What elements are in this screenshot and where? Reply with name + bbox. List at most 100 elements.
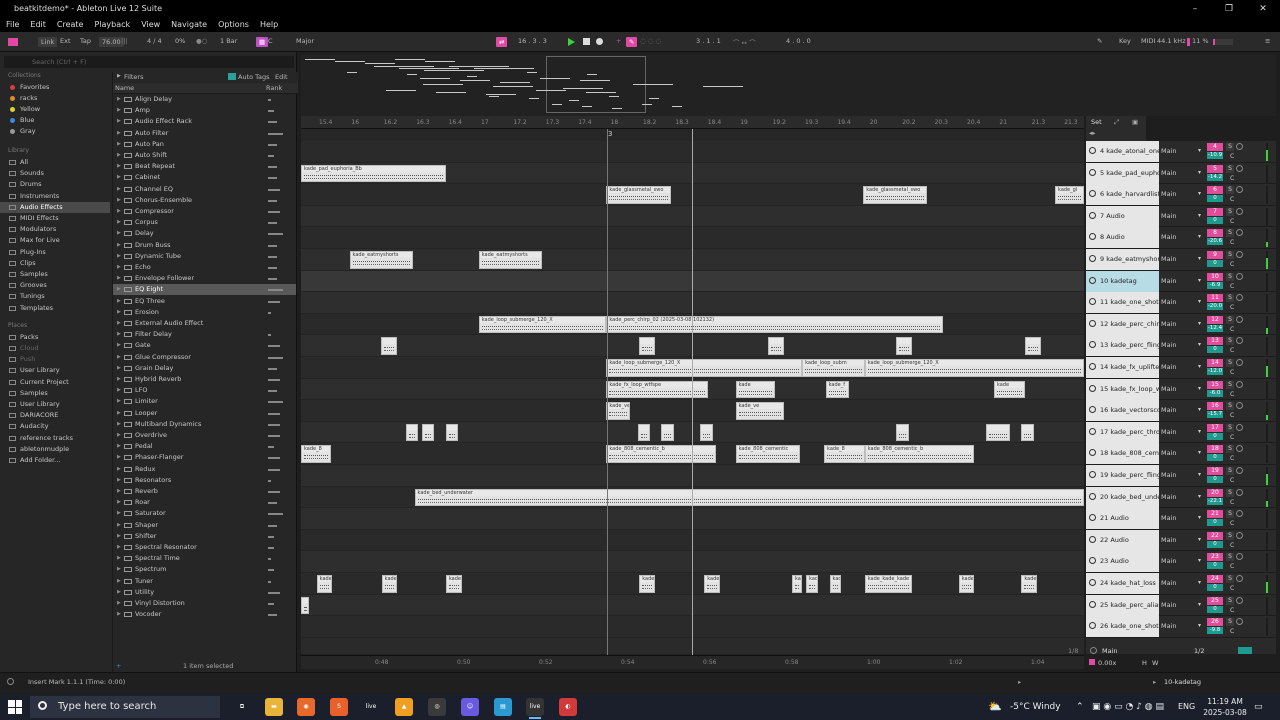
metronome-icon[interactable]: ||| [121,37,128,45]
audio-clip[interactable]: kade [993,380,1026,399]
menu-create[interactable]: Create [57,20,84,29]
effect-item-delay[interactable]: ▶ Delay [113,228,296,239]
track-output-select[interactable]: Main [1161,233,1207,241]
solo-button[interactable]: S [1226,359,1234,367]
effect-item-auto-pan[interactable]: ▶ Auto Pan [113,139,296,150]
track-power-icon[interactable] [1089,363,1096,370]
expand-arrow-icon[interactable]: ▶ [117,475,121,486]
crossfade-button[interactable]: C [1230,607,1238,615]
audio-clip[interactable]: kade_ve [735,402,785,420]
effect-item-dynamic-tube[interactable]: ▶ Dynamic Tube [113,251,296,262]
audio-clip[interactable]: kade_8 [824,445,865,463]
solo-button[interactable]: S [1226,315,1234,324]
library-item-tunings[interactable]: Tunings [0,291,110,302]
expand-arrow-icon[interactable]: ▶ [117,598,121,609]
filters-arrow-icon[interactable]: ▶ [117,73,121,79]
close-button[interactable]: ✕ [1246,0,1280,17]
track-power-icon[interactable] [1089,471,1096,478]
track-header[interactable]: 19 kade_perc_flingMain190SC [1086,465,1276,487]
effect-item-shifter[interactable]: ▶ Shifter [113,531,296,542]
expand-arrow-icon[interactable]: ▶ [117,385,121,396]
place-item-cloud[interactable]: Cloud [0,343,110,354]
track-name[interactable]: 18 kade_808_cema [1086,443,1159,465]
arm-icon[interactable] [1236,337,1243,345]
library-item-drums[interactable]: Drums [0,179,110,190]
audio-clip[interactable] [700,423,713,442]
track-output-select[interactable]: Main [1161,341,1207,349]
menu-navigate[interactable]: Navigate [171,20,207,29]
expand-arrow-icon[interactable]: ▶ [117,441,121,452]
loop-start-field[interactable]: 3 . 1 . 1 [696,37,721,45]
effect-item-eq-three[interactable]: ▶ EQ Three [113,296,296,307]
library-item-instruments[interactable]: Instruments [0,191,110,202]
song-position-field[interactable]: 16 . 3 . 3 [518,37,547,45]
track-volume[interactable]: -22.1 [1207,497,1223,505]
key-select[interactable]: C [268,37,273,45]
audio-clip[interactable] [422,423,435,442]
audio-clip[interactable]: kade_glassmetal_swo [606,186,672,204]
swing-field[interactable]: 0% [175,37,185,45]
expand-arrow-icon[interactable]: ▶ [117,430,121,441]
crossfade-button[interactable]: C [1230,477,1238,485]
expand-arrow-icon[interactable]: ▶ [117,508,121,519]
track-name[interactable]: 8 Audio [1086,227,1159,249]
main-track-name[interactable]: Main [1102,647,1118,655]
expand-arrow-icon[interactable]: ▶ [117,542,121,553]
arm-icon[interactable] [1236,445,1243,453]
effect-item-tuner[interactable]: ▶ Tuner [113,576,296,587]
audio-clip[interactable] [301,596,309,615]
crossfade-button[interactable]: C [1230,175,1238,183]
audio-clip[interactable] [1025,337,1041,355]
effect-item-spectral-time[interactable]: ▶ Spectral Time [113,553,296,564]
library-item-samples[interactable]: Samples [0,269,110,280]
track-output-select[interactable]: Main [1161,406,1207,414]
crossfade-button[interactable]: C [1230,196,1238,204]
track-name[interactable]: 14 kade_fx_uplifter [1086,357,1159,378]
track-power-icon[interactable] [1089,319,1096,327]
beat-time-ruler[interactable]: 15.4 16 16.2 16.3 16.4 17 17.2 17.3 17.4 18 18.2 18… [301,116,1084,129]
library-item-midi-effects[interactable]: MIDI Effects [0,213,110,224]
expand-arrow-icon[interactable]: ▶ [117,217,121,228]
solo-button[interactable]: S [1226,251,1234,259]
audio-clip[interactable]: kade_eatmyshorts [478,251,543,269]
crossfade-button[interactable]: C [1230,434,1238,442]
track-volume[interactable]: -6.9 [1207,281,1223,289]
expand-arrow-icon[interactable]: ▶ [117,408,121,419]
audio-clip[interactable]: kade_808_cementic [735,445,800,463]
effect-item-gate[interactable]: ▶ Gate [113,340,296,351]
track-volume[interactable]: -9.8 [1207,627,1223,635]
track-activator[interactable]: 26 [1207,618,1223,627]
crossfade-button[interactable]: C [1230,304,1238,312]
arm-icon[interactable] [1236,294,1243,302]
track-activator[interactable]: 15 [1207,380,1223,389]
expand-arrow-icon[interactable]: ▶ [117,150,121,161]
audio-clip[interactable]: kade_bed_underwater [414,488,1084,507]
transport-extras-icon[interactable]: ◌ ◌ ◌ [640,37,661,45]
track-power-icon[interactable] [1089,190,1096,198]
expand-arrow-icon[interactable]: ▶ [117,206,121,217]
track-power-icon[interactable] [1089,579,1096,586]
language-indicator[interactable]: ENG [1178,694,1195,720]
overdub-button[interactable]: + [616,37,621,45]
audio-clip[interactable]: kade_ve [606,402,630,420]
track-volume[interactable]: 0 [1207,562,1223,570]
play-button[interactable] [568,38,575,46]
effect-item-reverb[interactable]: ▶ Reverb [113,486,296,497]
scroll-right-icon[interactable]: ▸ [1018,678,1021,686]
track-power-icon[interactable] [1089,600,1096,608]
track-output-select[interactable]: Main [1161,255,1207,263]
expand-arrow-icon[interactable]: ▶ [117,251,121,262]
solo-button[interactable]: S [1226,596,1234,605]
crossfade-button[interactable]: C [1230,542,1238,550]
expand-arrow-icon[interactable]: ▶ [117,161,121,172]
expand-arrow-icon[interactable]: ▶ [117,172,121,183]
effect-item-spectral-resonator[interactable]: ▶ Spectral Resonator [113,542,296,553]
record-button[interactable] [596,38,603,45]
main-route[interactable]: 1/2 [1194,647,1204,655]
audio-clip[interactable] [639,337,655,355]
track-activator[interactable]: 11 [1207,294,1223,303]
track-activator[interactable]: 25 [1207,596,1223,605]
track-volume[interactable]: 0 [1207,260,1223,267]
track-header[interactable]: 26 kade_one_shotMain26-9.8SC [1086,616,1276,638]
track-output-select[interactable]: Main [1161,579,1207,587]
